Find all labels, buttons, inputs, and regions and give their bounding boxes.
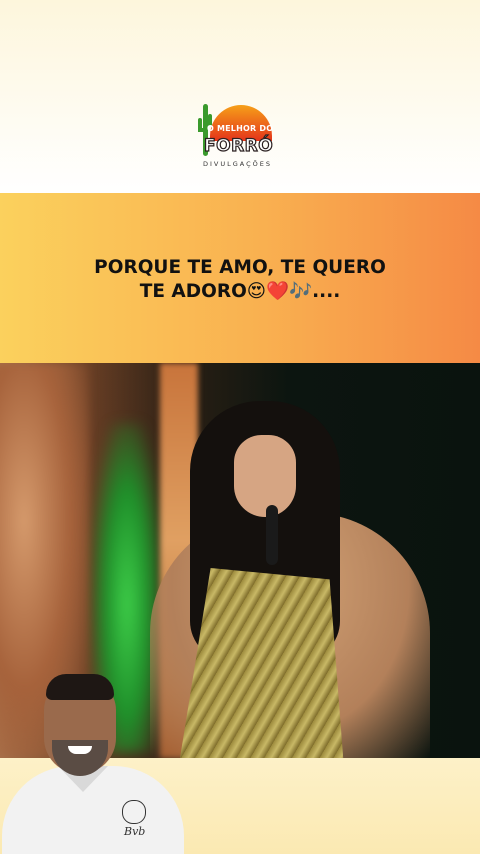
presenter-hair <box>46 674 114 700</box>
shirt-brand-text: Bvb <box>124 825 146 838</box>
microphone-icon <box>266 505 278 565</box>
brand-logo: O MELHOR DO FORRÓ DIVULGAÇÕES <box>190 100 290 174</box>
presenter-avatar: Bvb <box>0 670 190 854</box>
caption-banner: PORQUE TE AMO, TE QUERO TE ADORO😍❤️🎶.... <box>0 193 480 363</box>
caption-text: PORQUE TE AMO, TE QUERO TE ADORO😍❤️🎶.... <box>40 256 440 304</box>
logo-text-main: FORRÓ <box>203 135 274 156</box>
logo-text-sub: DIVULGAÇÕES <box>203 160 273 168</box>
shirt-emblem-icon <box>122 800 146 824</box>
header: O MELHOR DO FORRÓ DIVULGAÇÕES <box>0 0 480 193</box>
logo-text-top: O MELHOR DO <box>207 124 274 133</box>
caption-line-1: PORQUE TE AMO, TE QUERO <box>94 257 386 278</box>
singer-face <box>234 435 296 517</box>
caption-line-2: TE ADORO😍❤️🎶.... <box>139 281 341 302</box>
